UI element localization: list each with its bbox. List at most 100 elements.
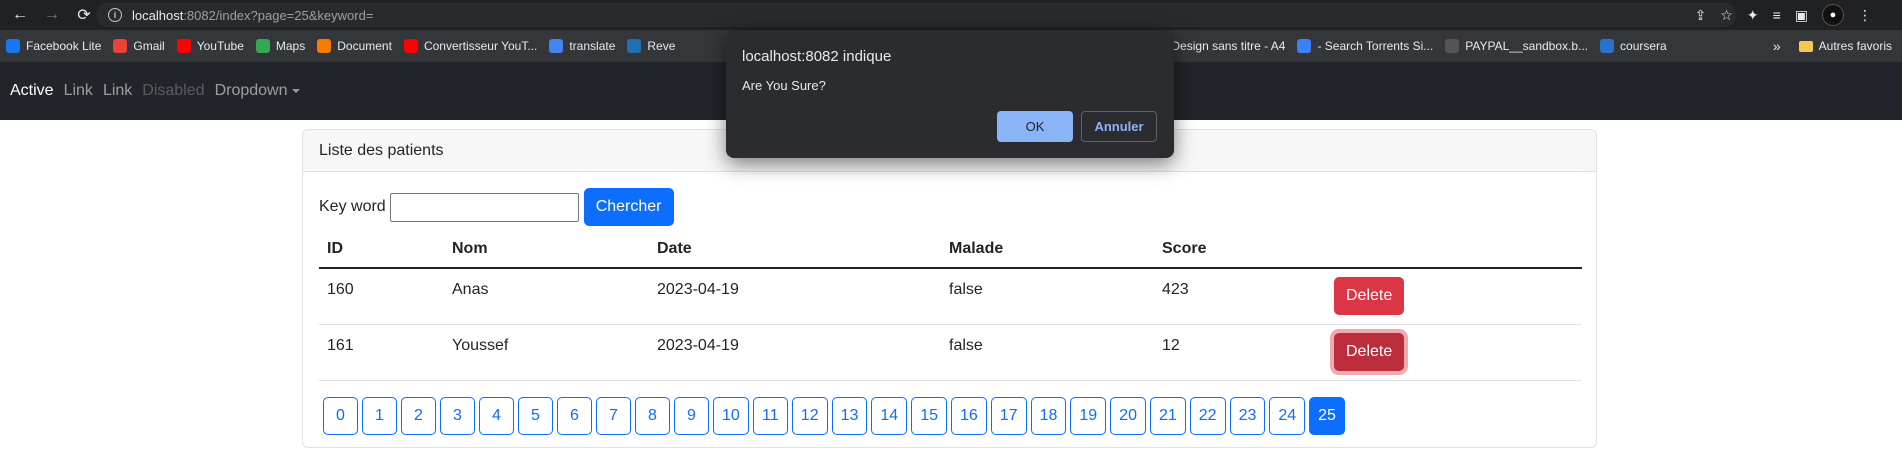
page-button[interactable]: 25 xyxy=(1309,396,1345,435)
address-bar[interactable]: i localhost:8082/index?page=25&keyword= xyxy=(96,3,1736,27)
delete-button[interactable]: Delete xyxy=(1334,333,1405,371)
nav-item-dropdown[interactable]: Dropdown xyxy=(215,82,300,100)
share-icon[interactable]: ⇪ xyxy=(1695,7,1707,24)
bookmark-item[interactable]: Document xyxy=(317,39,392,53)
cell-id: 160 xyxy=(319,268,444,325)
star-icon[interactable]: ☆ xyxy=(1720,7,1733,24)
extensions-icon[interactable]: ✦ xyxy=(1747,7,1759,24)
bookmark-label: YouTube xyxy=(196,39,244,53)
nav-item-label: Dropdown xyxy=(214,82,288,99)
bookmark-item[interactable]: PAYPAL__sandbox.b... xyxy=(1445,39,1588,53)
paypal-icon xyxy=(1445,39,1460,53)
dialog-message: Are You Sure? xyxy=(742,78,826,93)
translate-icon xyxy=(549,39,564,53)
forward-icon[interactable]: → xyxy=(40,3,64,27)
card-body: Key word Chercher ID Nom Date Malade Score 1… xyxy=(303,172,1596,435)
page-button[interactable]: 13 xyxy=(831,396,868,435)
column-header: ID xyxy=(319,230,444,269)
menu-icon[interactable]: ⋮ xyxy=(1858,7,1872,24)
bookmark-label: Gmail xyxy=(133,39,165,53)
page-button[interactable]: 12 xyxy=(791,396,828,435)
bookmark-label: PAYPAL__sandbox.b... xyxy=(1465,39,1589,53)
page-button[interactable]: 16 xyxy=(950,396,987,435)
page-button[interactable]: 8 xyxy=(635,396,670,435)
profile-avatar[interactable]: ● xyxy=(1822,4,1844,26)
table-row: 160 Anas 2023-04-19 false 423 Delete xyxy=(319,268,1582,325)
url-text[interactable]: localhost:8082/index?page=25&keyword= xyxy=(132,8,373,23)
search-form: Key word Chercher xyxy=(319,188,1580,226)
page-button[interactable]: 11 xyxy=(752,396,788,435)
cell-id: 161 xyxy=(319,324,444,381)
table-body: 160 Anas 2023-04-19 false 423 Delete 161 Yousse… xyxy=(319,268,1582,381)
cell-action: Delete xyxy=(1326,324,1582,381)
bookmark-item[interactable]: Gmail xyxy=(113,39,165,53)
media-icon[interactable]: ≡ xyxy=(1773,7,1781,23)
page-button[interactable]: 9 xyxy=(674,396,709,435)
document-icon xyxy=(317,39,332,53)
bookmark-item[interactable]: Reve xyxy=(627,39,675,53)
coursera-icon xyxy=(1600,39,1615,53)
page-button[interactable]: 10 xyxy=(713,396,749,435)
maps-icon xyxy=(255,39,270,53)
nav-item-link[interactable]: Link xyxy=(103,82,132,100)
pagination: 0 1 2 3 4 5 6 7 8 9 10 11 12 13 14 15 16 17 18 19 20 21 22 23 24… xyxy=(319,396,1580,435)
bookmark-item[interactable]: coursera xyxy=(1600,39,1667,53)
search-button[interactable]: Chercher xyxy=(583,188,674,226)
page-button[interactable]: 5 xyxy=(518,396,553,435)
page-button[interactable]: 21 xyxy=(1149,396,1186,435)
folder-icon xyxy=(1798,40,1813,52)
cell-date: 2023-04-19 xyxy=(649,324,941,381)
nav-item-label: Disabled xyxy=(142,82,205,99)
page-button[interactable]: 4 xyxy=(479,396,514,435)
page-button[interactable]: 22 xyxy=(1189,396,1226,435)
bookmark-item[interactable]: YouTube xyxy=(176,39,244,53)
page-button[interactable]: 18 xyxy=(1030,396,1067,435)
cell-nom: Youssef xyxy=(444,324,649,381)
bookmark-item[interactable]: Convertisseur YouT... xyxy=(403,39,538,53)
bookmark-label: Convertisseur YouT... xyxy=(423,39,538,53)
page-button[interactable]: 6 xyxy=(557,396,592,435)
bookmark-item[interactable]: - Search Torrents Si... xyxy=(1297,39,1433,53)
page-button[interactable]: 0 xyxy=(323,396,358,435)
page-button[interactable]: 1 xyxy=(362,396,397,435)
page-button[interactable]: 2 xyxy=(401,396,436,435)
page-button[interactable]: 23 xyxy=(1229,396,1266,435)
cell-date: 2023-04-19 xyxy=(649,268,941,325)
back-icon[interactable]: ← xyxy=(8,3,32,27)
dialog-title: localhost:8082 indique xyxy=(742,48,892,65)
nav-item-link[interactable]: Link xyxy=(64,82,93,100)
bookmark-item[interactable]: Maps xyxy=(255,39,306,53)
column-header: Malade xyxy=(941,230,1154,269)
nav-item-label: Link xyxy=(102,82,133,99)
page-button[interactable]: 20 xyxy=(1110,396,1146,435)
other-bookmarks[interactable]: Autres favoris xyxy=(1819,39,1892,53)
page-button[interactable]: 17 xyxy=(990,396,1027,435)
page-button[interactable]: 19 xyxy=(1070,396,1107,435)
caret-down-icon xyxy=(291,88,300,93)
bookmark-item[interactable]: Facebook Lite xyxy=(6,39,101,53)
cell-action: Delete xyxy=(1326,268,1582,325)
bookmark-label: Design sans titre - A4 xyxy=(1171,39,1286,53)
cancel-button[interactable]: Annuler xyxy=(1081,111,1157,142)
bookmark-label: translate xyxy=(569,39,616,53)
reload-icon[interactable]: ⟳ xyxy=(72,3,96,27)
table-row: 161 Youssef 2023-04-19 false 12 Delete xyxy=(319,324,1582,381)
page-button[interactable]: 14 xyxy=(871,396,908,435)
page-button[interactable]: 24 xyxy=(1269,396,1306,435)
ok-button[interactable]: OK xyxy=(997,111,1073,142)
page-button[interactable]: 7 xyxy=(596,396,631,435)
patients-card: Liste des patients Key word Chercher ID N… xyxy=(302,129,1597,448)
site-info-icon[interactable]: i xyxy=(108,8,122,22)
bookmark-label: Facebook Lite xyxy=(26,39,102,53)
more-bookmarks-icon[interactable]: » xyxy=(1773,38,1781,54)
side-panel-icon[interactable]: ▣ xyxy=(1795,7,1808,24)
bookmark-item[interactable]: translate xyxy=(549,39,615,53)
bookmark-label: Maps xyxy=(275,39,306,53)
url-path: :8082/index?page=25&keyword= xyxy=(183,7,374,23)
delete-button[interactable]: Delete xyxy=(1334,277,1405,316)
page-button[interactable]: 15 xyxy=(911,396,947,435)
page-button[interactable]: 3 xyxy=(440,396,475,435)
keyword-input[interactable] xyxy=(389,192,579,222)
nav-item-label: Active xyxy=(10,82,54,99)
nav-item-active[interactable]: Active xyxy=(10,82,54,100)
